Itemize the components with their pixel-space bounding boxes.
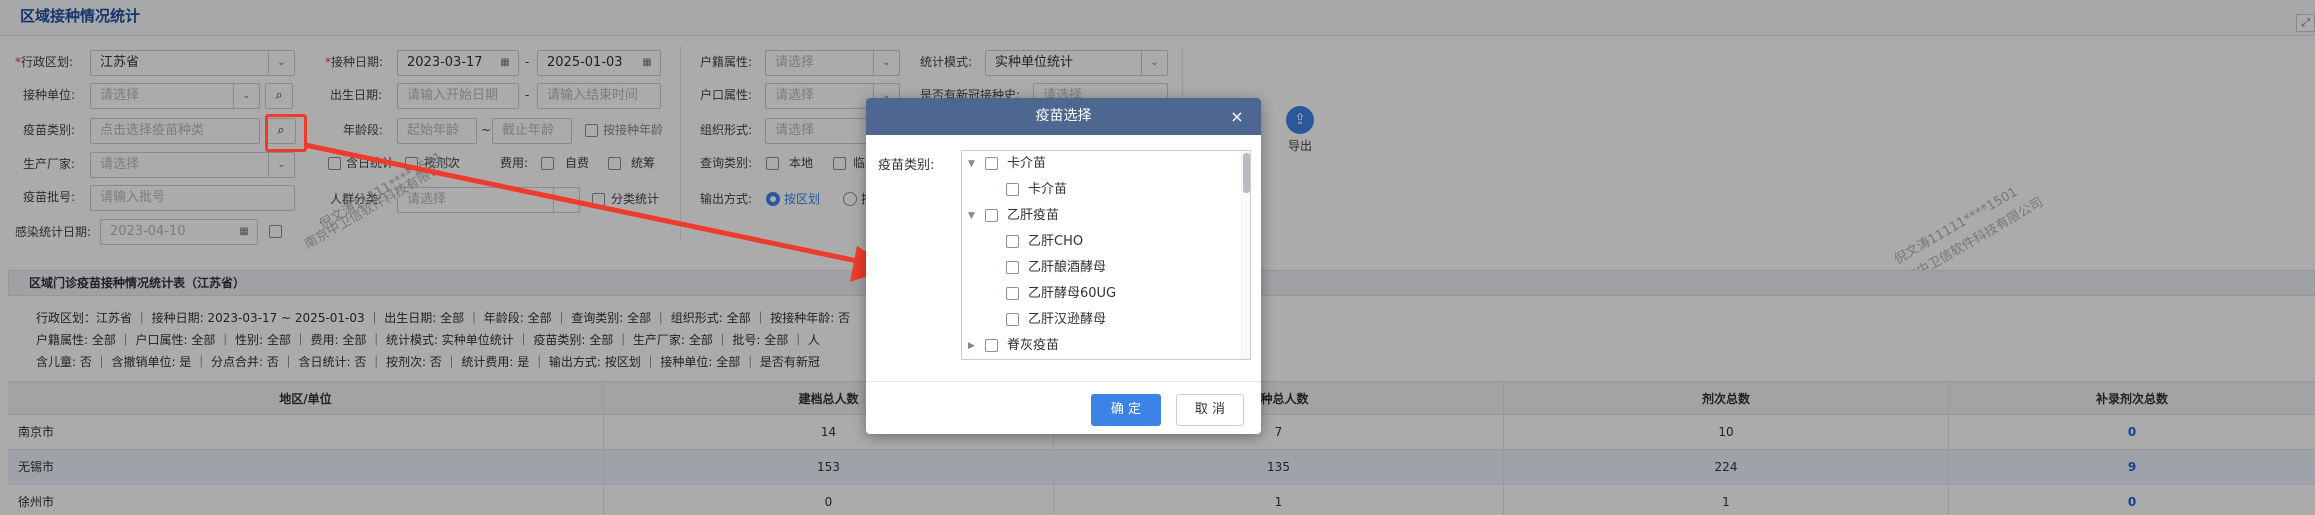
tree-node[interactable]: ▼ 卡介苗 (962, 151, 1232, 177)
tree-node[interactable]: 乙肝CHO (962, 229, 1232, 255)
tree-checkbox[interactable] (1006, 235, 1019, 248)
tree-node[interactable]: 乙肝汉逊酵母 (962, 307, 1232, 333)
tree-checkbox[interactable] (985, 157, 998, 170)
tree-checkbox[interactable] (1006, 287, 1019, 300)
caret-down-icon[interactable]: ▼ (968, 151, 978, 177)
confirm-button[interactable]: 确 定 (1091, 394, 1161, 426)
tree-checkbox[interactable] (1006, 313, 1019, 326)
tree-checkbox[interactable] (1006, 261, 1019, 274)
dialog-footer-divider (866, 381, 1261, 382)
close-icon[interactable]: × (1222, 98, 1252, 135)
tree-checkbox[interactable] (985, 209, 998, 222)
tree-node[interactable]: ▶ 脊灰疫苗 (962, 333, 1232, 359)
page: 区域接种情况统计 ⤢ *行政区划: 江苏省 ⌄ 接种单位: 请选择 ⌄ ⌕ 疫苗类别… (0, 0, 2315, 515)
caret-down-icon[interactable]: ▼ (968, 203, 978, 229)
vaccine-tree: ▼ 卡介苗 卡介苗 ▼ 乙肝疫苗 乙肝CHO 乙肝酿酒酵母 乙肝酵母60UG 乙… (961, 150, 1251, 360)
vaccine-select-dialog: 疫苗选择 × 疫苗类别: ▼ 卡介苗 卡介苗 ▼ 乙肝疫苗 乙肝CHO 乙肝酿酒… (866, 98, 1261, 434)
tree-node[interactable]: ▼ 乙肝疫苗 (962, 203, 1232, 229)
cancel-button[interactable]: 取 消 (1176, 394, 1244, 426)
dialog-category-label: 疫苗类别: (878, 158, 935, 173)
tree-scrollbar-thumb[interactable] (1243, 153, 1250, 193)
tree-node[interactable]: 乙肝酵母60UG (962, 281, 1232, 307)
tree-checkbox[interactable] (1006, 183, 1019, 196)
dialog-title: 疫苗选择 (866, 98, 1261, 135)
tree-node[interactable]: 乙肝酿酒酵母 (962, 255, 1232, 281)
tree-node[interactable]: 卡介苗 (962, 177, 1232, 203)
tree-checkbox[interactable] (985, 339, 998, 352)
caret-right-icon[interactable]: ▶ (968, 333, 978, 359)
